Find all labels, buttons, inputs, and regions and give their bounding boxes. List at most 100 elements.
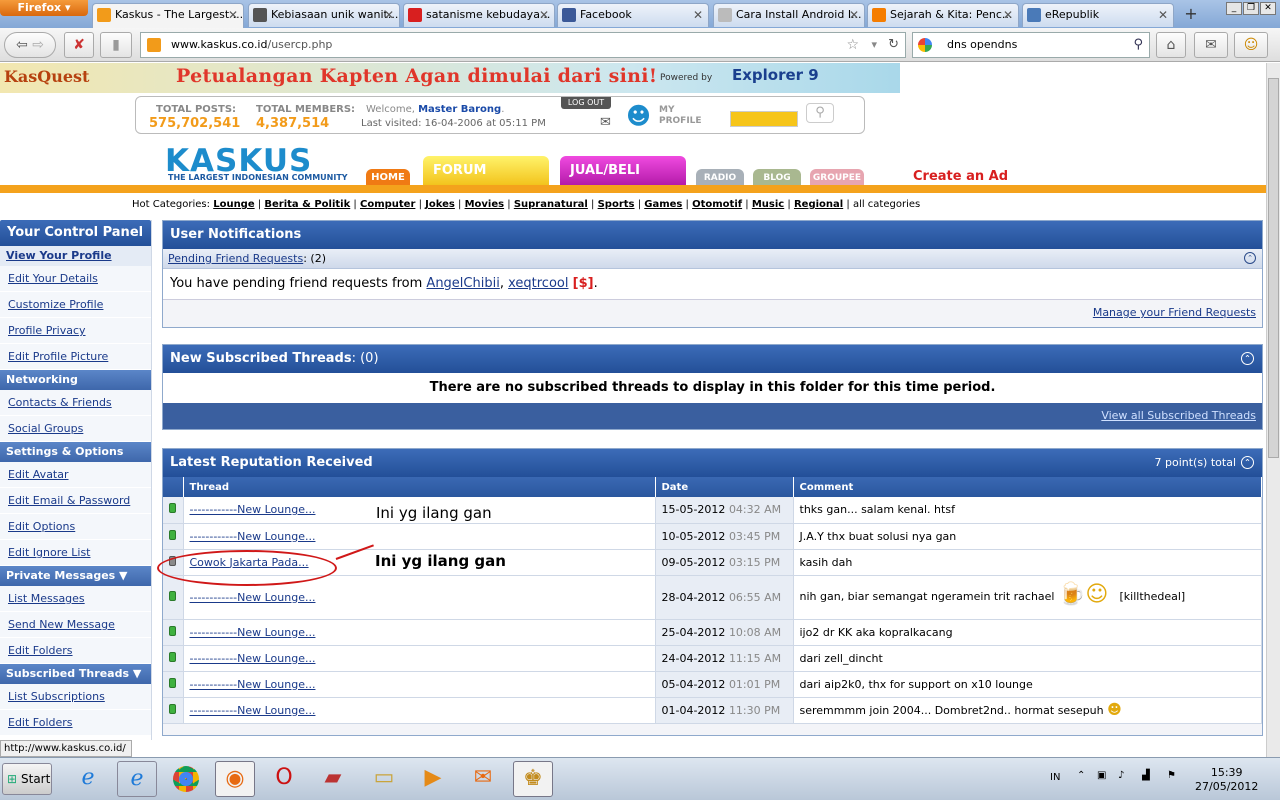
hot-category-link[interactable]: Supranatural — [514, 199, 588, 210]
back-arrow-icon[interactable]: ⇦ — [16, 37, 28, 53]
collapse-icon[interactable]: ⌃ — [1241, 352, 1254, 365]
hot-category-link[interactable]: Computer — [360, 199, 415, 210]
sidebar-item-label[interactable]: List Subscriptions — [8, 690, 105, 703]
browser-tab[interactable]: Facebook ✕ — [557, 3, 709, 27]
all-categories-link[interactable]: all categories — [853, 199, 920, 210]
stats-icon[interactable]: ▮ — [100, 32, 132, 58]
sidebar-section-header[interactable]: Private Messages ▼ — [0, 566, 151, 586]
nav-forum-tab[interactable]: FORUM — [423, 156, 549, 186]
browser-tab[interactable]: satanisme kebudaya... ✕ — [403, 3, 555, 27]
sidebar-item[interactable]: List Subscriptions — [0, 684, 151, 710]
sidebar-item[interactable]: Edit Options — [0, 514, 151, 540]
thread-link[interactable]: ------------New Lounge... — [190, 652, 316, 665]
bookmark-star-icon[interactable]: ☆ — [846, 33, 859, 57]
pending-requests-link[interactable]: Pending Friend Requests — [168, 252, 303, 265]
search-icon[interactable]: ⚲ — [1133, 33, 1143, 57]
sidebar-item[interactable]: Edit Email & Password — [0, 488, 151, 514]
sidebar-item-label[interactable]: Edit Avatar — [8, 468, 69, 481]
hot-category-link[interactable]: Games — [644, 199, 682, 210]
hot-category-link[interactable]: Berita & Politik — [264, 199, 350, 210]
hot-category-link[interactable]: Lounge — [213, 199, 254, 210]
folder-taskbar-icon[interactable]: ▭ — [364, 761, 404, 797]
url-bar[interactable]: www.kaskus.co.id/usercp.php ☆ ▾ ↻ — [140, 32, 906, 58]
sidebar-item[interactable]: Profile Privacy — [0, 318, 151, 344]
site-search-input[interactable] — [730, 111, 798, 127]
sidebar-item[interactable]: Edit Ignore List — [0, 540, 151, 566]
collapse-icon[interactable]: ⌃ — [1241, 456, 1254, 469]
book-taskbar-icon[interactable]: ▰ — [313, 761, 353, 797]
sidebar-item-label[interactable]: Edit Email & Password — [8, 494, 130, 507]
tab-close-icon[interactable]: ✕ — [1003, 4, 1013, 26]
mail-icon[interactable]: ✉ — [600, 115, 611, 130]
new-tab-button[interactable]: + — [1180, 4, 1202, 26]
sidebar-item-label[interactable]: Send New Message — [8, 618, 115, 631]
sidebar-item[interactable]: Edit Folders — [0, 710, 151, 736]
hot-category-link[interactable]: Regional — [794, 199, 843, 210]
browser-tab[interactable]: Kebiasaan unik wanit... ✕ — [248, 3, 400, 27]
signal-icon[interactable]: ▟ — [1142, 770, 1150, 781]
thread-link[interactable]: ------------New Lounge... — [190, 704, 316, 717]
sidebar-item-label[interactable]: View Your Profile — [6, 249, 112, 262]
taskbar-clock[interactable]: 15:39 27/05/2012 — [1195, 766, 1258, 794]
tray-expand-icon[interactable]: ⌃ — [1077, 770, 1085, 781]
back-forward-buttons[interactable]: ⇦ ⇨ — [4, 32, 56, 58]
kasquest-banner[interactable]: KasQuest Petualangan Kapten Agan dimulai… — [0, 63, 900, 93]
view-all-subscribed-link[interactable]: View all Subscribed Threads — [1101, 409, 1256, 422]
sidebar-section-header[interactable]: Settings & Options — [0, 442, 151, 462]
network-icon[interactable]: ▣ — [1097, 770, 1106, 781]
tab-close-icon[interactable]: ✕ — [1158, 4, 1168, 26]
hot-category-link[interactable]: Music — [752, 199, 784, 210]
browser-tab[interactable]: Sejarah & Kita: Penc... ✕ — [867, 3, 1019, 27]
thread-link[interactable]: ------------New Lounge... — [190, 626, 316, 639]
noscript-icon[interactable]: ✘ — [64, 32, 94, 58]
logout-button[interactable]: LOG OUT — [561, 97, 611, 109]
start-button[interactable]: ⊞ Start — [2, 763, 52, 795]
ie-taskbar-icon-2[interactable]: ℯ — [117, 761, 157, 797]
sidebar-item[interactable]: List Messages — [0, 586, 151, 612]
tab-close-icon[interactable]: ✕ — [384, 4, 394, 26]
sidebar-item-label[interactable]: Customize Profile — [8, 298, 103, 311]
minimize-button[interactable]: _ — [1226, 2, 1242, 15]
hot-category-link[interactable]: Sports — [598, 199, 635, 210]
hot-category-link[interactable]: Otomotif — [692, 199, 742, 210]
addon-icon[interactable]: ☺ — [1234, 32, 1268, 58]
hot-category-link[interactable]: Jokes — [425, 199, 455, 210]
collapse-icon[interactable]: ⌃ — [1244, 252, 1256, 264]
sidebar-item-label[interactable]: Social Groups — [8, 422, 83, 435]
sidebar-section-header[interactable]: Subscribed Threads ▼ — [0, 664, 151, 684]
sidebar-item[interactable]: Edit Your Details — [0, 266, 151, 292]
firefox-menu-button[interactable]: Firefox ▾ — [0, 0, 88, 16]
thread-link[interactable]: ------------New Lounge... — [190, 530, 316, 543]
sidebar-item-view-profile[interactable]: View Your Profile — [0, 246, 151, 266]
sidebar-item[interactable]: Send New Message — [0, 612, 151, 638]
flag-icon[interactable]: ⚑ — [1167, 770, 1176, 781]
game-taskbar-icon[interactable]: ♚ — [513, 761, 553, 797]
sidebar-item[interactable]: Social Groups — [0, 416, 151, 442]
profile-avatar-icon[interactable]: ☻ — [626, 102, 656, 132]
sidebar-item[interactable]: Edit Profile Picture — [0, 344, 151, 370]
language-indicator[interactable]: IN — [1050, 772, 1060, 783]
tab-close-icon[interactable]: ✕ — [228, 4, 238, 26]
browser-tab[interactable]: Kaskus - The Largest ... ✕ — [92, 3, 244, 28]
my-profile-link[interactable]: MY PROFILE — [659, 105, 703, 127]
sidebar-item-label[interactable]: Edit Ignore List — [8, 546, 91, 559]
sidebar-item[interactable]: Edit Folders — [0, 638, 151, 664]
thread-link[interactable]: ------------New Lounge... — [190, 591, 316, 604]
sidebar-item[interactable]: Contacts & Friends — [0, 390, 151, 416]
volume-icon[interactable]: ♪ — [1118, 770, 1124, 781]
chrome-taskbar-icon[interactable] — [166, 761, 206, 797]
mail-taskbar-icon[interactable]: ✉ — [463, 761, 503, 797]
home-icon[interactable]: ⌂ — [1156, 32, 1186, 58]
restore-button[interactable]: ❐ — [1243, 2, 1259, 15]
ie-taskbar-icon[interactable]: ℯ — [68, 761, 108, 797]
forward-arrow-icon[interactable]: ⇨ — [32, 37, 44, 53]
sidebar-item-label[interactable]: Edit Profile Picture — [8, 350, 108, 363]
bookmarks-icon[interactable]: ✉ — [1194, 32, 1228, 58]
google-engine-icon[interactable] — [918, 38, 932, 52]
sidebar-item-label[interactable]: Contacts & Friends — [8, 396, 112, 409]
sidebar-item-label[interactable]: Edit Your Details — [8, 272, 98, 285]
thread-link[interactable]: ------------New Lounge... — [190, 503, 316, 516]
friend-link-angelchibii[interactable]: AngelChibii — [426, 276, 499, 291]
friend-link-xeqtrcool[interactable]: xeqtrcool — [508, 276, 568, 291]
search-bar[interactable]: dns opendns ⚲ — [912, 32, 1150, 58]
